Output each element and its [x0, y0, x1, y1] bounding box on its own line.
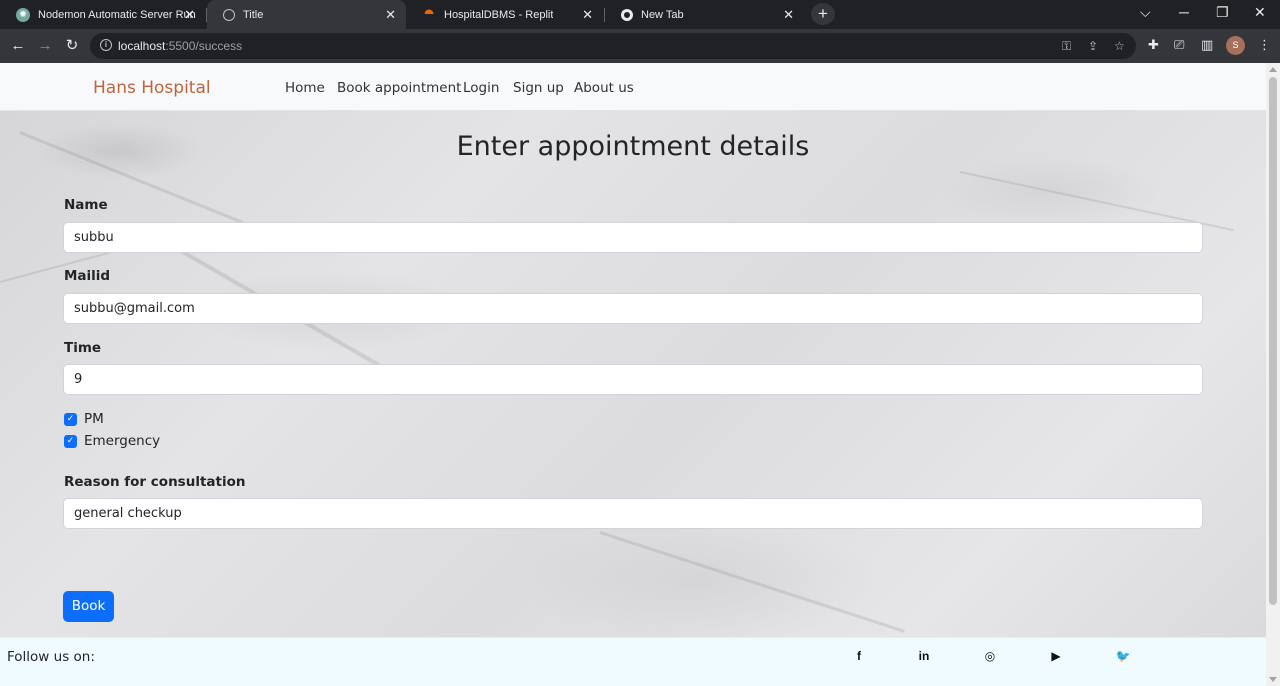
- tab-new-tab[interactable]: New Tab ✕: [605, 0, 804, 29]
- cast-icon[interactable]: ⎚: [1174, 37, 1184, 53]
- nav-link-about-us[interactable]: About us: [574, 80, 634, 96]
- time-input[interactable]: 9: [63, 364, 1203, 395]
- facebook-icon[interactable]: f: [851, 648, 867, 664]
- bookmark-star-icon[interactable]: ☆: [1114, 39, 1125, 53]
- pm-checkbox[interactable]: ✓: [64, 412, 77, 426]
- globe-icon: [223, 8, 235, 21]
- profile-avatar[interactable]: S: [1226, 36, 1245, 55]
- forward-icon[interactable]: →: [35, 36, 55, 56]
- tab-title[interactable]: Title ✕: [207, 0, 406, 29]
- tab-label: New Tab: [641, 8, 684, 21]
- web-page: Hans Hospital Home Book appointment Logi…: [0, 63, 1266, 686]
- nav-link-sign-up[interactable]: Sign up: [513, 80, 564, 96]
- share-icon[interactable]: ⇪: [1088, 39, 1098, 53]
- chrome-icon: [621, 8, 633, 21]
- nav-link-home[interactable]: Home: [285, 80, 325, 96]
- name-label: Name: [64, 197, 108, 213]
- window-close-icon[interactable]: ✕: [1254, 4, 1266, 21]
- linkedin-icon[interactable]: in: [916, 648, 932, 664]
- emergency-label[interactable]: Emergency: [84, 433, 160, 449]
- side-panel-icon[interactable]: ▥: [1201, 37, 1213, 53]
- key-icon[interactable]: ⚿: [1062, 39, 1071, 54]
- url-text[interactable]: localhost:5500/success: [118, 39, 242, 53]
- close-tab-icon[interactable]: ✕: [783, 8, 794, 21]
- tab-search-icon[interactable]: ⌵: [1140, 4, 1151, 21]
- mailid-input[interactable]: subbu@gmail.com: [63, 293, 1203, 324]
- site-footer: Follow us on: f in ◎ ▶ 🐦: [0, 637, 1266, 686]
- minimize-icon[interactable]: ─: [1179, 4, 1189, 20]
- browser-toolbar: ← → ↻ i localhost:5500/success ⚿ ⇪ ☆ ✚ ⎚…: [0, 29, 1280, 63]
- time-label: Time: [64, 340, 102, 356]
- close-tab-icon[interactable]: ✕: [184, 8, 195, 21]
- url-host: localhost: [118, 39, 166, 53]
- youtube-icon[interactable]: ▶: [1048, 648, 1064, 664]
- nav-link-login[interactable]: Login: [463, 80, 499, 96]
- nav-link-book-appointment[interactable]: Book appointment: [337, 80, 461, 96]
- reason-label: Reason for consultation: [64, 474, 246, 490]
- marble-background-section: Enter appointment details Name subbu Mai…: [0, 111, 1266, 637]
- book-button[interactable]: Book: [63, 591, 114, 622]
- extensions-icon[interactable]: ✚: [1148, 37, 1159, 53]
- scroll-up-icon[interactable]: [1269, 67, 1277, 72]
- name-input[interactable]: subbu: [63, 222, 1203, 253]
- maximize-icon[interactable]: ❐: [1216, 4, 1229, 21]
- tab-nodemon[interactable]: ✺ Nodemon Automatic Server Run ✕: [0, 0, 205, 29]
- reload-icon[interactable]: ↻: [62, 36, 82, 56]
- reason-input[interactable]: general checkup: [63, 498, 1203, 529]
- tab-label: Title: [243, 8, 264, 21]
- replit-icon: ⯊: [424, 7, 434, 21]
- instagram-icon[interactable]: ◎: [982, 648, 998, 664]
- emergency-checkbox-row: ✓ Emergency: [64, 433, 160, 449]
- new-tab-button[interactable]: +: [811, 3, 835, 25]
- menu-kebab-icon[interactable]: ⋮: [1258, 37, 1271, 53]
- marble-vein: [599, 531, 905, 633]
- mailid-label: Mailid: [64, 268, 111, 284]
- page-title: Enter appointment details: [456, 131, 810, 162]
- url-path: :5500/success: [165, 39, 243, 53]
- tab-replit[interactable]: ⯊ HospitalDBMS - Replit ✕: [406, 0, 603, 29]
- page-viewport: Hans Hospital Home Book appointment Logi…: [0, 63, 1280, 686]
- brand-logo-text[interactable]: Hans Hospital: [93, 78, 211, 98]
- tab-label: HospitalDBMS - Replit: [444, 8, 554, 21]
- twitter-icon[interactable]: 🐦: [1115, 648, 1131, 664]
- chatgpt-icon: ✺: [16, 7, 30, 22]
- site-info-icon[interactable]: i: [100, 39, 112, 51]
- close-tab-icon[interactable]: ✕: [582, 8, 593, 21]
- back-icon[interactable]: ←: [8, 36, 28, 56]
- address-bar[interactable]: i localhost:5500/success ⚿ ⇪ ☆: [90, 33, 1136, 59]
- page-scrollbar[interactable]: [1266, 63, 1280, 686]
- browser-tabstrip: ✺ Nodemon Automatic Server Run ✕ Title ✕…: [0, 0, 1280, 29]
- scroll-down-icon[interactable]: [1269, 677, 1277, 682]
- emergency-checkbox[interactable]: ✓: [64, 434, 77, 448]
- pm-checkbox-row: ✓ PM: [64, 411, 104, 427]
- site-navbar: Hans Hospital Home Book appointment Logi…: [0, 63, 1266, 111]
- scrollbar-thumb[interactable]: [1269, 77, 1277, 605]
- pm-label[interactable]: PM: [84, 411, 104, 427]
- tab-label: Nodemon Automatic Server Run: [38, 8, 196, 21]
- follow-us-label: Follow us on:: [7, 649, 95, 665]
- close-tab-icon[interactable]: ✕: [385, 8, 396, 21]
